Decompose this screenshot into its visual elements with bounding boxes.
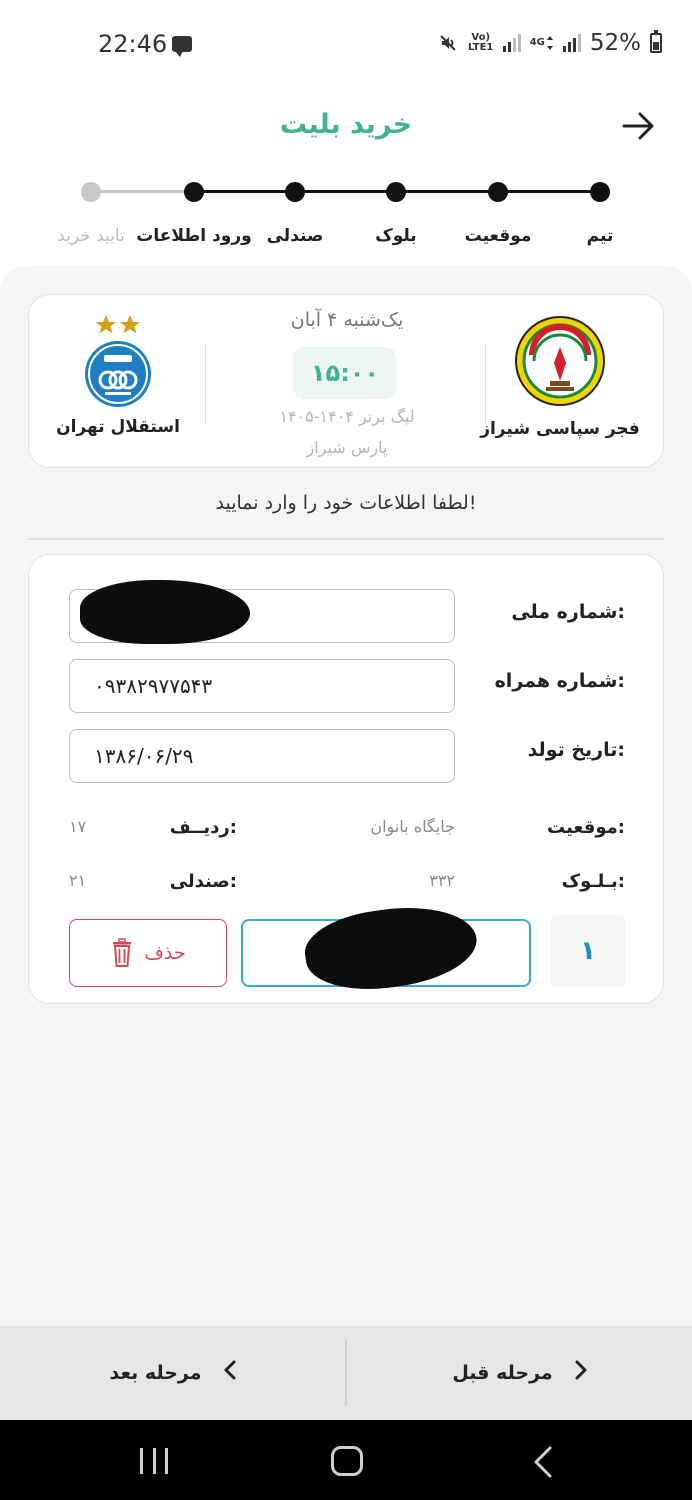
match-divider-left [205,343,206,423]
home-team-logo [515,316,605,406]
delete-label: حذف [144,942,186,964]
mobile-label: شماره همراه: [494,670,625,692]
step-dot-info [184,182,204,202]
home-team-name: فجر سپاسی شیراز [480,419,640,439]
step-dot-block [386,182,406,202]
match-card: فجر سپاسی شیراز یک‌شنبه ۴ آبان ۱۵:۰۰ لیگ… [28,294,664,468]
block-label: بـلـوک: [561,871,625,892]
seat-label: صندلی: [169,871,237,892]
status-icons: Vo) LTE1 4G 52% [437,30,662,56]
star-icons [96,315,140,334]
ticket-index: ۱ [551,915,625,987]
home-icon[interactable] [331,1446,363,1476]
signal-bars-2-icon [562,34,581,52]
redaction-mark [80,580,250,644]
volte-label: Vo) LTE1 [468,32,494,53]
step-label-team: تیم [586,226,614,246]
network-label: 4G [529,37,545,48]
battery-icon [650,30,662,53]
section-divider [28,538,664,540]
match-stadium: پارس شیراز [306,438,388,457]
ticket-holder-field[interactable] [241,897,531,999]
bottom-divider [345,1340,347,1406]
content-panel: فجر سپاسی شیراز یک‌شنبه ۴ آبان ۱۵:۰۰ لیگ… [0,266,692,1326]
row-value: ۱۷ [69,817,87,836]
recent-apps-icon[interactable] [140,1448,168,1474]
birthdate-label: تاریخ تولد: [527,739,625,761]
seat-value: ۲۱ [69,871,87,890]
step-label-block: بلوک [375,226,417,246]
mobile-value: ۰۹۳۸۲۹۷۷۵۴۳ [94,674,213,698]
away-team-logo [85,341,151,407]
match-time: ۱۵:۰۰ [293,347,397,399]
birthdate-value: ۱۳۸۶/۰۶/۲۹ [94,744,194,768]
system-back-icon[interactable] [528,1445,558,1479]
step-dot-confirm [81,182,101,202]
national-id-field[interactable] [69,580,455,644]
block-value: ۳۳۲ [429,871,455,890]
progress-stepper: تیم موقعیت بلوک صندلی ورود اطلاعات تایید… [0,170,692,260]
volte-icon: Vo) LTE1 [468,33,494,53]
position-label: موقعیت: [547,817,625,838]
match-league: لیگ برتر ۱۴۰۴-۱۴۰۵ [279,407,415,426]
step-label-seat: صندلی [266,226,324,246]
battery-percent: 52% [589,30,641,56]
previous-step-button[interactable]: مرحله قبل [347,1326,692,1420]
step-label-confirm: تایید خرید [57,226,125,246]
away-team-name: استقلال تهران [56,417,180,437]
step-dot-team [590,182,610,202]
status-time: 22:46 [98,30,168,58]
birthdate-field[interactable]: ۱۳۸۶/۰۶/۲۹ [69,729,455,783]
next-step-label: مرحله بعد [109,1362,202,1384]
message-notification-icon [172,36,192,57]
redaction-mark [300,897,482,999]
chevron-left-icon [224,1360,236,1386]
away-team: استقلال تهران [33,313,203,437]
stepper-line-pending [91,190,194,193]
back-arrow-icon[interactable] [618,109,658,143]
step-label-info: ورود اطلاعات [136,226,252,246]
mute-icon [437,32,459,54]
signal-bars-1-icon [502,34,521,52]
network-4g-icon: 4G [530,35,554,51]
trash-icon [113,938,132,967]
system-navigation-bar [0,1420,692,1500]
row-label: ردیــف: [169,817,237,838]
instruction-text: لطفا اطلاعات خود را وارد نمایید! [215,492,477,514]
match-date: یک‌شنبه ۴ آبان [290,309,404,331]
home-team: فجر سپاسی شیراز [475,315,645,439]
step-label-position: موقعیت [464,226,532,246]
step-dot-seat [285,182,305,202]
national-id-label: شماره ملی: [511,601,625,623]
mobile-field[interactable]: ۰۹۳۸۲۹۷۷۵۴۳ [69,659,455,713]
position-value: جایگاه بانوان [370,817,455,836]
chevron-right-icon [575,1360,587,1386]
next-step-button[interactable]: مرحله بعد [0,1326,345,1420]
screen: 22:46 Vo) LTE1 4G 52% خرید بلیت تیم موقع… [0,0,692,1500]
step-dot-position [488,182,508,202]
header: خرید بلیت [0,95,692,160]
passenger-form-card: شماره ملی: شماره همراه: ۰۹۳۸۲۹۷۷۵۴۳ تاری… [28,554,664,1004]
previous-step-label: مرحله قبل [452,1362,553,1384]
delete-ticket-button[interactable]: حذف [69,919,227,987]
status-bar: 22:46 Vo) LTE1 4G 52% [0,0,692,90]
page-title: خرید بلیت [279,109,413,140]
bottom-navigation: مرحله قبل مرحله بعد [0,1326,692,1420]
